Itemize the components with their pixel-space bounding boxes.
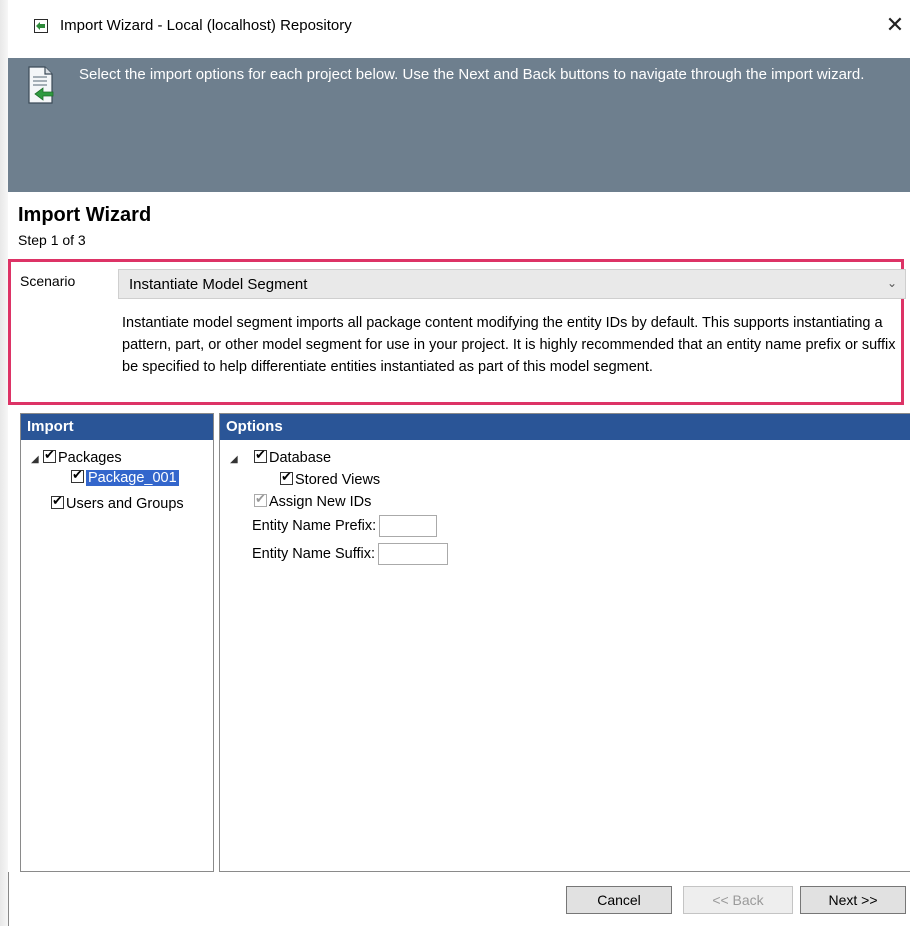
title-bar: Import Wizard - Local (localhost) Reposi…	[8, 0, 910, 58]
assign-new-ids-label: Assign New IDs	[269, 494, 372, 510]
banner-text: Select the import options for each proje…	[79, 66, 865, 83]
tree-item-package-001[interactable]: Package_001	[71, 467, 179, 486]
database-label: Database	[269, 450, 332, 466]
tree-item-packages[interactable]: Packages	[43, 447, 122, 466]
package-001-checkbox[interactable]	[71, 467, 84, 483]
window-title: Import Wizard - Local (localhost) Reposi…	[60, 17, 352, 34]
instruction-banner: Select the import options for each proje…	[8, 58, 910, 192]
close-icon[interactable]: ✕	[880, 10, 910, 40]
tree-item-users-groups[interactable]: Users and Groups	[51, 493, 184, 512]
suffix-label: Entity Name Suffix:	[252, 545, 376, 562]
option-database[interactable]: Database	[254, 447, 332, 466]
users-groups-label: Users and Groups	[66, 496, 184, 512]
prefix-label: Entity Name Prefix:	[252, 517, 377, 534]
packages-label: Packages	[58, 450, 122, 466]
options-panel-header: Options	[220, 414, 910, 440]
stored-views-checkbox[interactable]	[280, 469, 293, 485]
next-button[interactable]: Next >>	[800, 886, 906, 914]
users-groups-checkbox[interactable]	[51, 493, 64, 509]
entity-name-suffix-input[interactable]	[378, 543, 449, 565]
footer-divider	[8, 872, 9, 926]
back-button[interactable]: << Back	[683, 886, 793, 914]
cancel-button[interactable]: Cancel	[566, 886, 672, 914]
import-panel: Import ◢ Packages Package_001 Users and …	[20, 413, 214, 872]
scenario-select[interactable]: Instantiate Model Segment ⌄	[118, 269, 906, 299]
collapse-arrow-icon[interactable]: ◢	[230, 454, 238, 465]
collapse-arrow-icon[interactable]: ◢	[31, 454, 39, 465]
chevron-down-icon: ⌄	[886, 276, 897, 290]
database-checkbox[interactable]	[254, 447, 267, 463]
step-indicator: Step 1 of 3	[18, 232, 86, 248]
suffix-row: Entity Name Suffix:	[252, 543, 449, 565]
packages-checkbox[interactable]	[43, 447, 56, 463]
document-import-icon	[28, 66, 54, 104]
scenario-label: Scenario	[20, 273, 76, 289]
wizard-heading: Import Wizard	[18, 204, 152, 226]
window-edge	[0, 0, 8, 926]
import-panel-header: Import	[21, 414, 213, 440]
app-icon	[34, 19, 48, 33]
stored-views-label: Stored Views	[295, 472, 381, 488]
assign-new-ids-checkbox	[254, 491, 267, 507]
scenario-description: Instantiate model segment imports all pa…	[122, 315, 896, 375]
scenario-selected-value: Instantiate Model Segment	[129, 276, 308, 293]
option-stored-views[interactable]: Stored Views	[280, 469, 381, 488]
option-assign-new-ids: Assign New IDs	[254, 491, 372, 510]
options-panel: Options ◢ Database Stored Views Assign N…	[219, 413, 910, 872]
package-001-label: Package_001	[86, 470, 179, 486]
prefix-row: Entity Name Prefix:	[252, 515, 438, 537]
entity-name-prefix-input[interactable]	[379, 515, 438, 537]
